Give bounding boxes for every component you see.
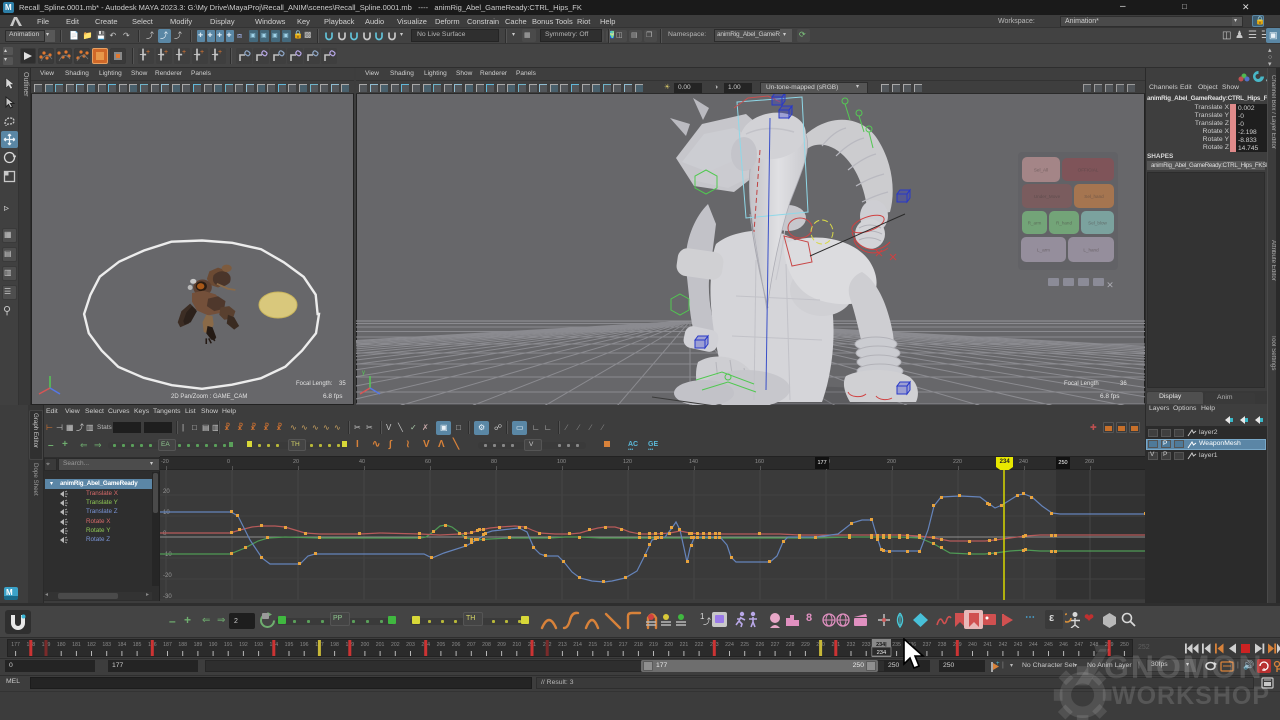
svg-text:196: 196	[300, 642, 309, 648]
svg-text:227: 227	[771, 642, 780, 648]
svg-text:WORKSHOP: WORKSHOP	[1112, 682, 1270, 710]
svg-text:207: 207	[467, 642, 476, 648]
svg-text:183: 183	[102, 642, 111, 648]
svg-text:181: 181	[72, 642, 81, 648]
svg-text:177: 177	[11, 642, 20, 648]
svg-text:244: 244	[1029, 642, 1038, 648]
svg-text:243: 243	[1014, 642, 1023, 648]
svg-text:182: 182	[87, 642, 96, 648]
svg-text:Sel_All: Sel_All	[1034, 168, 1048, 173]
svg-text:188: 188	[178, 642, 187, 648]
svg-text:198: 198	[330, 642, 339, 648]
svg-text:218: 218	[634, 642, 643, 648]
svg-text:✕: ✕	[1106, 280, 1114, 290]
svg-text:192: 192	[239, 642, 248, 648]
svg-text:206: 206	[452, 642, 461, 648]
svg-text:201: 201	[376, 642, 385, 648]
svg-text:215: 215	[588, 642, 597, 648]
svg-text:Under_Move: Under_Move	[1034, 194, 1061, 199]
svg-text:Sel_blow: Sel_blow	[1088, 221, 1107, 226]
svg-text:229: 229	[801, 642, 810, 648]
svg-text:219: 219	[649, 642, 658, 648]
svg-text:216: 216	[604, 642, 613, 648]
svg-text:240: 240	[968, 642, 977, 648]
svg-text:-20: -20	[163, 573, 172, 579]
svg-text:195: 195	[285, 642, 294, 648]
svg-text:L_hand: L_hand	[1083, 248, 1099, 253]
svg-text:202: 202	[391, 642, 400, 648]
svg-text:222: 222	[695, 642, 704, 648]
svg-text:213: 213	[558, 642, 567, 648]
svg-text:221: 221	[680, 642, 689, 648]
svg-text:191: 191	[224, 642, 233, 648]
svg-text:180: 180	[57, 642, 66, 648]
svg-text:R_hand: R_hand	[1056, 221, 1073, 226]
svg-text:OFFICIAL: OFFICIAL	[1078, 168, 1099, 173]
svg-text:-10: -10	[163, 552, 172, 558]
svg-text:R_arm: R_arm	[1028, 221, 1042, 226]
svg-text:187: 187	[163, 642, 172, 648]
svg-text:205: 205	[437, 642, 446, 648]
svg-text:225: 225	[740, 642, 749, 648]
svg-text:226: 226	[756, 642, 765, 648]
svg-text:-30: -30	[163, 594, 172, 600]
svg-text:GNOMON: GNOMON	[1104, 649, 1264, 685]
svg-text:+: +	[996, 661, 1000, 667]
svg-text:203: 203	[406, 642, 415, 648]
svg-text:220: 220	[664, 642, 673, 648]
svg-text:232: 232	[847, 642, 856, 648]
svg-text:10: 10	[163, 510, 170, 516]
svg-text:242: 242	[999, 642, 1008, 648]
svg-text:20: 20	[163, 489, 170, 495]
svg-text:185: 185	[133, 642, 142, 648]
svg-text:214: 214	[573, 642, 582, 648]
svg-text:L_arm: L_arm	[1037, 248, 1050, 253]
svg-text:224: 224	[725, 642, 734, 648]
svg-text:238: 238	[938, 642, 947, 648]
svg-text:189: 189	[194, 642, 203, 648]
svg-text:190: 190	[209, 642, 218, 648]
svg-text:y: y	[362, 370, 365, 376]
svg-text:234: 234	[877, 650, 887, 656]
svg-text:Sel_hand: Sel_hand	[1084, 194, 1104, 199]
svg-text:184: 184	[118, 642, 127, 648]
svg-text:228: 228	[786, 642, 795, 648]
svg-text:208: 208	[482, 642, 491, 648]
svg-text:200: 200	[361, 642, 370, 648]
svg-text:241: 241	[983, 642, 992, 648]
svg-text:233: 233	[862, 642, 871, 648]
svg-text:217: 217	[619, 642, 628, 648]
svg-text:209: 209	[497, 642, 506, 648]
svg-text:210: 210	[512, 642, 521, 648]
svg-text:193: 193	[254, 642, 263, 648]
